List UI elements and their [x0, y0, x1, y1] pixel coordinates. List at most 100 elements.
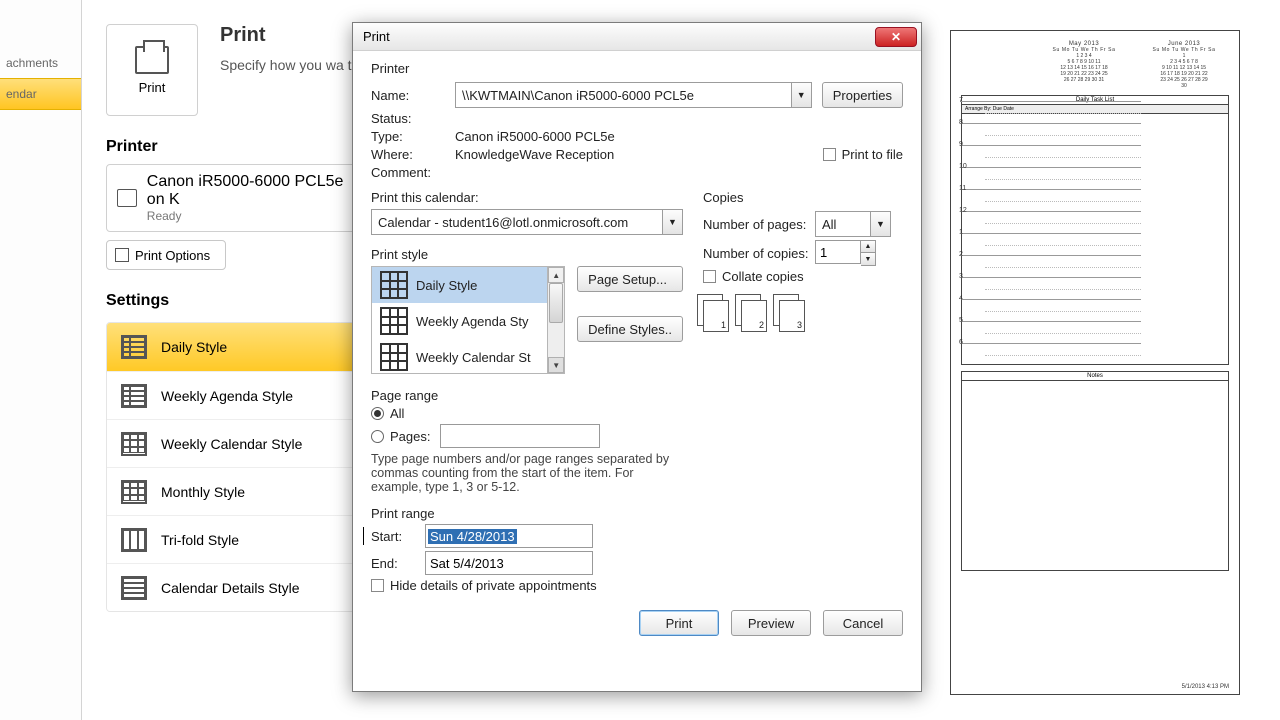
print-dialog: Print ✕ Printer Name: \\KWTMAIN\Canon iR…	[352, 22, 922, 692]
text-cursor	[363, 527, 364, 545]
num-copies-value[interactable]	[815, 240, 861, 264]
settings-monthly[interactable]: Monthly Style	[107, 467, 365, 515]
calendar-icon	[380, 271, 408, 299]
calendar-combo[interactable]: Calendar - student16@lotl.onmicrosoft.co…	[371, 209, 683, 235]
chevron-down-icon: ▼	[791, 83, 811, 107]
end-date-input[interactable]	[425, 551, 593, 575]
settings-label: Daily Style	[161, 339, 227, 355]
printer-icon	[135, 46, 169, 74]
print-style-label: Print style	[371, 247, 683, 262]
settings-label: Tri-fold Style	[161, 532, 239, 548]
type-value: Canon iR5000-6000 PCL5e	[455, 129, 615, 144]
style-label: Daily Style	[416, 278, 477, 293]
calendar-icon	[121, 384, 147, 408]
page-range-pages-label: Pages:	[390, 429, 440, 444]
chevron-down-icon: ▼	[870, 212, 890, 236]
calendar-icon	[121, 480, 147, 504]
style-label: Weekly Agenda Sty	[416, 314, 529, 329]
page-range-pages-radio[interactable]	[371, 430, 384, 443]
settings-label: Monthly Style	[161, 484, 245, 500]
dialog-titlebar: Print ✕	[353, 23, 921, 51]
cancel-button[interactable]: Cancel	[823, 610, 903, 636]
print-button-large[interactable]: Print	[106, 24, 198, 116]
scroll-up-icon[interactable]: ▲	[548, 267, 564, 283]
settings-label: Weekly Calendar Style	[161, 436, 302, 452]
mini-calendar-may: May 2013 Su Mo Tu We Th Fr Sa 1 2 3 45 6…	[1039, 41, 1129, 89]
num-pages-combo[interactable]: All▼	[815, 211, 891, 237]
calendar-icon	[121, 335, 147, 359]
preview-button[interactable]: Preview	[731, 610, 811, 636]
pages-input[interactable]	[440, 424, 600, 448]
end-label: End:	[371, 556, 425, 571]
calendar-icon	[121, 432, 147, 456]
properties-button[interactable]: Properties	[822, 82, 903, 108]
settings-weekly-agenda[interactable]: Weekly Agenda Style	[107, 371, 365, 419]
print-options-label: Print Options	[135, 248, 210, 263]
where-value: KnowledgeWave Reception	[455, 147, 614, 162]
name-label: Name:	[371, 88, 455, 103]
print-style-listbox[interactable]: Daily Style Weekly Agenda Sty Weekly Cal…	[371, 266, 565, 374]
collate-illustration: 11 22 33	[703, 300, 903, 332]
calendar-icon	[121, 576, 147, 600]
print-preview: May 2013 Su Mo Tu We Th Fr Sa 1 2 3 45 6…	[950, 30, 1240, 695]
settings-weekly-calendar[interactable]: Weekly Calendar Style	[107, 419, 365, 467]
options-icon	[115, 248, 129, 262]
calendar-icon	[121, 528, 147, 552]
notes-box: Notes	[961, 371, 1229, 571]
scroll-down-icon[interactable]: ▼	[548, 357, 564, 373]
printer-icon	[117, 189, 137, 207]
spin-down-icon[interactable]: ▼	[861, 253, 875, 265]
start-date-value: Sun 4/28/2013	[428, 529, 517, 544]
start-label: Start:	[371, 529, 425, 544]
left-nav: achments endar	[0, 0, 82, 720]
num-copies-label: Number of copies:	[703, 246, 815, 261]
page-setup-button[interactable]: Page Setup...	[577, 266, 683, 292]
start-date-input[interactable]: Sun 4/28/2013	[425, 524, 593, 548]
define-styles-button[interactable]: Define Styles..	[577, 316, 683, 342]
copies-group: Copies	[703, 190, 903, 205]
type-label: Type:	[371, 129, 455, 144]
settings-list: Daily Style Weekly Agenda Style Weekly C…	[106, 322, 366, 612]
notes-head: Notes	[962, 372, 1228, 381]
mini-calendar-june: June 2013 Su Mo Tu We Th Fr Sa 12 3 4 5 …	[1139, 41, 1229, 89]
style-scrollbar[interactable]: ▲ ▼	[548, 267, 564, 373]
nav-attachments[interactable]: achments	[0, 48, 81, 78]
print-to-file-label: Print to file	[842, 147, 903, 162]
print-range-group: Print range	[371, 506, 683, 521]
style-weekly-agenda[interactable]: Weekly Agenda Sty	[372, 303, 547, 339]
printer-name-value: \\KWTMAIN\Canon iR5000-6000 PCL5e	[456, 88, 791, 103]
dialog-title: Print	[363, 29, 390, 44]
page-range-group: Page range	[371, 388, 683, 403]
print-options-button[interactable]: Print Options	[106, 240, 226, 270]
collate-checkbox[interactable]	[703, 270, 716, 283]
print-button[interactable]: Print	[639, 610, 719, 636]
hide-private-label: Hide details of private appointments	[390, 578, 597, 593]
spin-up-icon[interactable]: ▲	[861, 241, 875, 253]
style-daily[interactable]: Daily Style	[372, 267, 547, 303]
group-printer: Printer	[371, 61, 903, 76]
printer-status: Ready	[147, 209, 355, 223]
style-weekly-calendar[interactable]: Weekly Calendar St	[372, 339, 547, 373]
settings-details[interactable]: Calendar Details Style	[107, 563, 365, 611]
print-button-label: Print	[139, 80, 166, 95]
nav-calendar[interactable]: endar	[0, 78, 81, 110]
print-to-file-checkbox[interactable]	[823, 148, 836, 161]
scroll-thumb[interactable]	[549, 283, 563, 323]
status-label: Status:	[371, 111, 455, 126]
page-range-hint: Type page numbers and/or page ranges sep…	[371, 452, 683, 494]
comment-label: Comment:	[371, 165, 455, 180]
close-button[interactable]: ✕	[875, 27, 917, 47]
printer-name-combo[interactable]: \\KWTMAIN\Canon iR5000-6000 PCL5e ▼	[455, 82, 812, 108]
hide-private-checkbox[interactable]	[371, 579, 384, 592]
calendar-value: Calendar - student16@lotl.onmicrosoft.co…	[372, 215, 662, 230]
chevron-down-icon: ▼	[662, 210, 682, 234]
printer-selector[interactable]: Canon iR5000-6000 PCL5e on K Ready	[106, 164, 366, 232]
settings-daily[interactable]: Daily Style	[107, 323, 365, 371]
num-copies-spinner[interactable]: ▲▼	[815, 240, 876, 266]
page-range-all-radio[interactable]	[371, 407, 384, 420]
calendar-icon	[380, 307, 408, 335]
settings-trifold[interactable]: Tri-fold Style	[107, 515, 365, 563]
preview-footer-time: 5/1/2013 4:13 PM	[1182, 684, 1229, 690]
close-icon: ✕	[891, 30, 901, 44]
collate-label: Collate copies	[722, 269, 804, 284]
